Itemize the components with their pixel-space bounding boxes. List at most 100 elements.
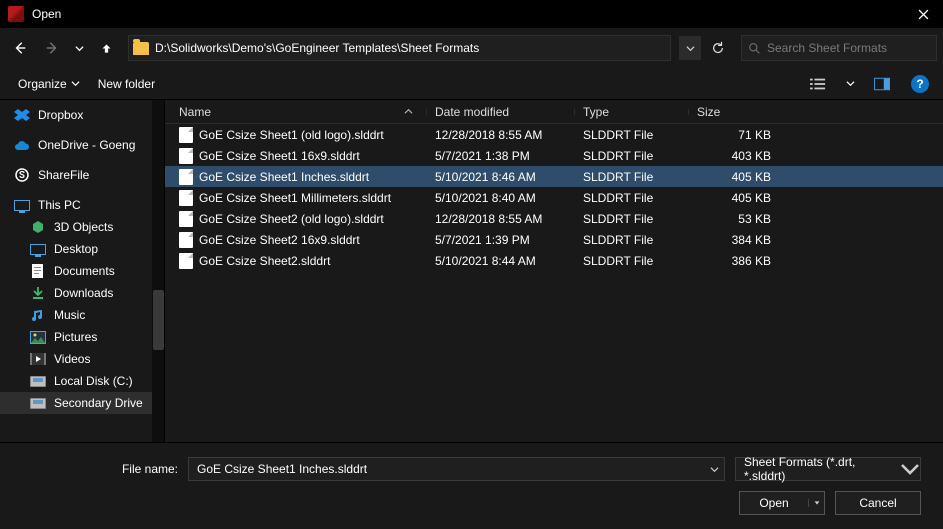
file-row[interactable]: GoE Csize Sheet2 16x9.slddrt5/7/2021 1:3… [165, 229, 943, 250]
footer: File name: Sheet Formats (*.drt, *.slddr… [0, 442, 943, 529]
file-size-cell: 384 KB [689, 233, 779, 247]
address-bar[interactable] [128, 35, 671, 61]
scrollbar-thumb[interactable] [153, 290, 164, 350]
file-row[interactable]: GoE Csize Sheet2 (old logo).slddrt12/28/… [165, 208, 943, 229]
open-button[interactable]: Open [739, 491, 825, 515]
tree-item-videos[interactable]: Videos [0, 348, 165, 370]
column-date[interactable]: Date modified [427, 105, 575, 119]
recent-locations-button[interactable] [70, 34, 88, 62]
back-button[interactable] [6, 34, 34, 62]
view-list-icon [810, 77, 826, 91]
column-size[interactable]: Size [689, 105, 779, 119]
file-name: GoE Csize Sheet2.slddrt [199, 254, 330, 268]
folder-icon [30, 219, 46, 235]
file-type-cell: SLDDRT File [575, 149, 689, 163]
pc-icon [14, 197, 30, 213]
file-date-cell: 5/10/2021 8:44 AM [427, 254, 575, 268]
preview-pane-button[interactable] [869, 72, 895, 96]
chevron-down-icon [71, 79, 80, 88]
file-name: GoE Csize Sheet1 Inches.slddrt [199, 170, 369, 184]
file-name-cell: GoE Csize Sheet2 (old logo).slddrt [171, 211, 427, 227]
file-name: GoE Csize Sheet1 (old logo).slddrt [199, 128, 384, 142]
tree-item-secondary-drive[interactable]: Secondary Drive [0, 392, 165, 414]
file-date-cell: 5/7/2021 1:38 PM [427, 149, 575, 163]
chevron-down-icon [75, 44, 84, 53]
filename-dropdown-button[interactable] [704, 458, 724, 480]
file-row[interactable]: GoE Csize Sheet1 Inches.slddrt 5/10/2021 … [165, 166, 943, 187]
folder-icon [133, 42, 149, 55]
file-type-cell: SLDDRT File [575, 254, 689, 268]
file-size-cell: 53 KB [689, 212, 779, 226]
file-size-cell: 403 KB [689, 149, 779, 163]
tree-label: This PC [38, 198, 81, 212]
tree-item-documents[interactable]: Documents [0, 260, 165, 282]
search-box[interactable] [741, 35, 937, 61]
tree-item-downloads[interactable]: Downloads [0, 282, 165, 304]
file-row[interactable]: GoE Csize Sheet1 (old logo).slddrt12/28/… [165, 124, 943, 145]
refresh-button[interactable] [705, 35, 731, 61]
column-name[interactable]: Name [171, 105, 427, 119]
up-button[interactable] [92, 34, 120, 62]
filename-input[interactable] [189, 462, 704, 476]
tree-label: ShareFile [38, 168, 89, 182]
cancel-label: Cancel [859, 496, 896, 510]
tree-item-sharefile[interactable]: ShareFile [0, 164, 165, 186]
address-input[interactable] [155, 41, 666, 55]
view-dropdown-button[interactable] [841, 70, 859, 98]
navigation-tree[interactable]: Dropbox OneDrive - Goeng ShareFile This … [0, 100, 165, 442]
filename-label: File name: [18, 462, 178, 476]
file-date-cell: 5/10/2021 8:46 AM [427, 170, 575, 184]
file-rows: GoE Csize Sheet1 (old logo).slddrt12/28/… [165, 124, 943, 442]
tree-item-music[interactable]: Music [0, 304, 165, 326]
file-type-cell: SLDDRT File [575, 170, 689, 184]
forward-button[interactable] [38, 34, 66, 62]
preview-pane-icon [874, 77, 890, 91]
close-button[interactable] [905, 0, 941, 28]
nav-toolbar [0, 28, 943, 68]
tree-scrollbar[interactable] [152, 100, 165, 442]
file-name-cell: GoE Csize Sheet1 (old logo).slddrt [171, 127, 427, 143]
file-size-cell: 405 KB [689, 191, 779, 205]
tree-label: 3D Objects [54, 220, 113, 234]
tree-item-desktop[interactable]: Desktop [0, 238, 165, 260]
search-icon [748, 42, 761, 55]
tree-item-3d-objects[interactable]: 3D Objects [0, 216, 165, 238]
file-name-cell: GoE Csize Sheet2.slddrt [171, 253, 427, 269]
file-size-cell: 71 KB [689, 128, 779, 142]
file-size-cell: 386 KB [689, 254, 779, 268]
new-folder-button[interactable]: New folder [94, 74, 159, 94]
tree-item-local-disk[interactable]: Local Disk (C:) [0, 370, 165, 392]
tree-item-dropbox[interactable]: Dropbox [0, 104, 165, 126]
search-input[interactable] [767, 41, 930, 55]
cancel-button[interactable]: Cancel [835, 491, 921, 515]
app-icon [8, 6, 24, 22]
open-dropdown-button[interactable] [808, 499, 824, 507]
filetype-filter[interactable]: Sheet Formats (*.drt, *.slddrt) [735, 457, 921, 481]
file-icon [179, 253, 193, 269]
help-button[interactable]: ? [911, 75, 929, 93]
file-icon [179, 148, 193, 164]
column-size-label: Size [697, 105, 720, 119]
dropbox-icon [14, 107, 30, 123]
file-row[interactable]: GoE Csize Sheet2.slddrt 5/10/2021 8:44 AM… [165, 250, 943, 271]
tree-item-this-pc[interactable]: This PC [0, 194, 165, 216]
content-area: Dropbox OneDrive - Goeng ShareFile This … [0, 100, 943, 442]
tree-item-onedrive[interactable]: OneDrive - Goeng [0, 134, 165, 156]
chevron-down-icon [900, 459, 920, 479]
column-date-label: Date modified [435, 105, 509, 119]
help-label: ? [916, 77, 923, 91]
file-row[interactable]: GoE Csize Sheet1 16x9.slddrt5/7/2021 1:3… [165, 145, 943, 166]
column-type[interactable]: Type [575, 105, 689, 119]
view-options-button[interactable] [805, 72, 831, 96]
file-name: GoE Csize Sheet2 16x9.slddrt [199, 233, 360, 247]
filter-dropdown-button[interactable] [900, 459, 920, 479]
column-type-label: Type [583, 105, 609, 119]
arrow-right-icon [45, 41, 59, 55]
organize-button[interactable]: Organize [14, 74, 84, 94]
filename-combobox[interactable] [188, 457, 725, 481]
address-dropdown-button[interactable] [679, 36, 701, 60]
file-icon [179, 127, 193, 143]
file-date-cell: 5/10/2021 8:40 AM [427, 191, 575, 205]
tree-item-pictures[interactable]: Pictures [0, 326, 165, 348]
file-row[interactable]: GoE Csize Sheet1 Millimeters.slddrt5/10/… [165, 187, 943, 208]
